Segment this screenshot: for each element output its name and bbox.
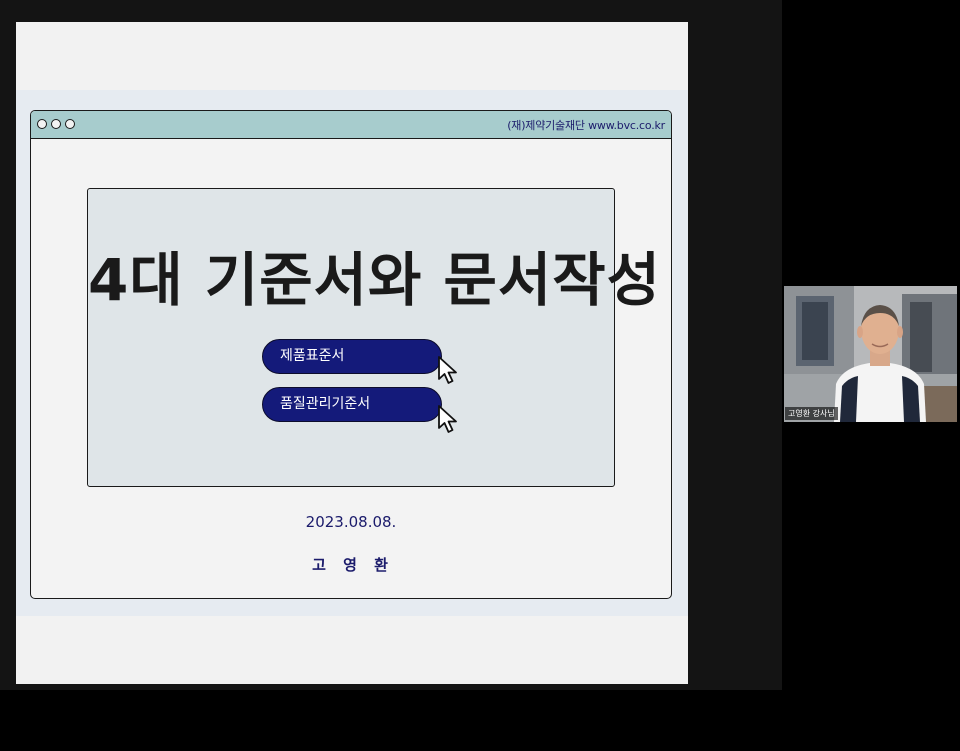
mouse-cursor-icon bbox=[438, 405, 457, 433]
slide-browser-frame: (재)제약기술재단 www.bvc.co.kr 4대 기준서와 문서작성 제품표… bbox=[30, 110, 672, 599]
window-dot-icon bbox=[65, 119, 75, 129]
participant-video-tile[interactable]: 고영환 강사님 bbox=[784, 286, 957, 422]
participant-name-label: 고영환 강사님 bbox=[785, 407, 838, 420]
slide-button-label: 제품표준서 bbox=[280, 348, 345, 364]
presentation-date: 2023.08.08. bbox=[305, 513, 397, 531]
window-dot-icon bbox=[37, 119, 47, 129]
slide-button-label: 품질관리기준서 bbox=[280, 396, 371, 412]
shared-screen-area: (재)제약기술재단 www.bvc.co.kr 4대 기준서와 문서작성 제품표… bbox=[0, 0, 782, 690]
title-box: 4대 기준서와 문서작성 제품표준서 품질관리기준서 bbox=[87, 188, 661, 487]
presenter-name: 고 영 환 bbox=[312, 556, 394, 574]
mouse-cursor-icon bbox=[438, 356, 457, 384]
organization-url-text: (재)제약기술재단 www.bvc.co.kr bbox=[507, 119, 665, 132]
slide-button-quality-control-standard: 품질관리기준서 bbox=[262, 387, 442, 422]
slide-title: 4대 기준서와 문서작성 bbox=[88, 246, 661, 314]
window-dot-icon bbox=[51, 119, 61, 129]
participant-video-feed bbox=[784, 286, 957, 422]
browser-title-bar: (재)제약기술재단 www.bvc.co.kr bbox=[31, 111, 671, 139]
slide-button-product-standard: 제품표준서 bbox=[262, 339, 442, 374]
